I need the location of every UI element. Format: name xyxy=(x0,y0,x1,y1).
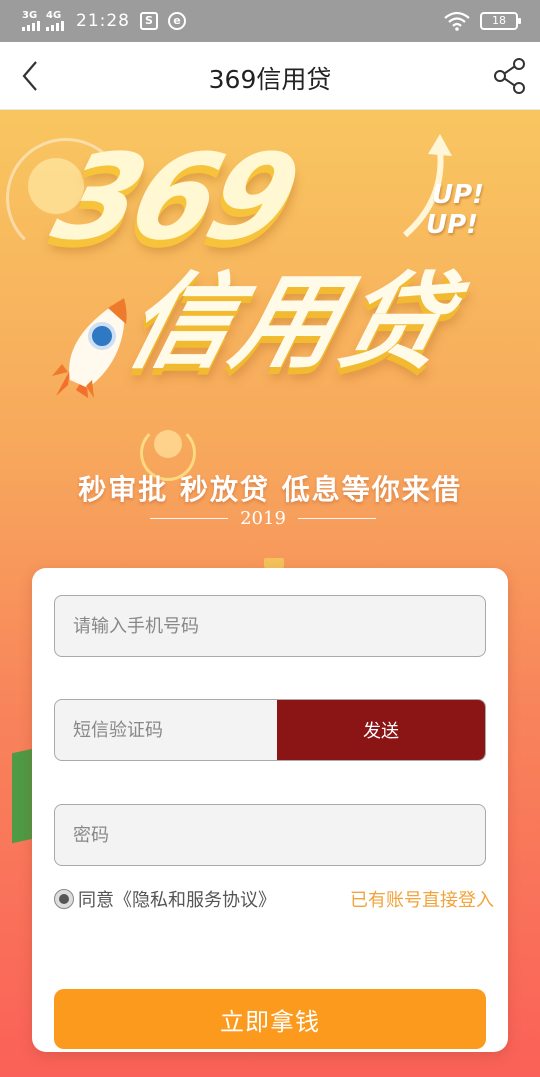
radio-dot-icon xyxy=(59,894,69,904)
decor-tab xyxy=(264,558,284,568)
sms-code-input[interactable] xyxy=(55,700,277,760)
status-right: 18 xyxy=(444,11,521,31)
wifi-icon xyxy=(444,11,470,31)
agreement-text[interactable]: 同意《隐私和服务协议》 xyxy=(78,886,276,912)
year-divider: 2019 xyxy=(150,508,376,529)
status-time: 21:28 xyxy=(76,11,130,31)
divider-line-left xyxy=(150,518,229,519)
send-code-button[interactable]: 发送 xyxy=(277,700,485,760)
notification-s-icon: S xyxy=(140,12,158,30)
logo-number: 369 xyxy=(40,128,309,266)
login-form-card: 发送 同意《隐私和服务协议》 已有账号直接登入 立即拿钱 xyxy=(32,568,508,1052)
sms-code-field: 发送 xyxy=(54,699,486,761)
up-line-1: UP! xyxy=(432,180,485,210)
password-field xyxy=(54,804,486,866)
decor-sun-small xyxy=(154,430,182,458)
agreement-row: 同意《隐私和服务协议》 已有账号直接登入 xyxy=(54,884,494,914)
status-left: 3G 4G 21:28 S e xyxy=(22,11,186,31)
logo-name: 信用贷 xyxy=(114,261,464,383)
phone-field xyxy=(54,595,486,657)
share-button[interactable] xyxy=(492,56,528,96)
login-link[interactable]: 已有账号直接登入 xyxy=(350,886,494,912)
share-icon xyxy=(494,58,525,94)
page-title: 369信用贷 xyxy=(208,65,332,94)
battery-icon: 18 xyxy=(480,12,521,30)
get-money-button[interactable]: 立即拿钱 xyxy=(54,989,486,1049)
status-bar: 3G 4G 21:28 S e 18 xyxy=(0,0,540,42)
nav-bar: 369信用贷 xyxy=(0,42,540,110)
divider-line-right xyxy=(297,518,376,519)
notification-e-icon: e xyxy=(168,12,186,30)
slogan: 秒审批 秒放贷 低息等你来借 xyxy=(78,473,462,506)
phone-input[interactable] xyxy=(55,596,485,656)
signal-4g-label: 4G xyxy=(46,10,62,21)
up-badge: UP! UP! xyxy=(426,180,485,240)
signal-3g-label: 3G xyxy=(22,10,38,21)
up-line-2: UP! xyxy=(426,210,479,240)
agree-radio[interactable] xyxy=(54,889,74,909)
password-input[interactable] xyxy=(55,805,485,865)
signal-4g-icon: 4G xyxy=(46,11,64,31)
signal-3g-icon: 3G xyxy=(22,11,40,31)
year-label: 2019 xyxy=(240,508,286,529)
